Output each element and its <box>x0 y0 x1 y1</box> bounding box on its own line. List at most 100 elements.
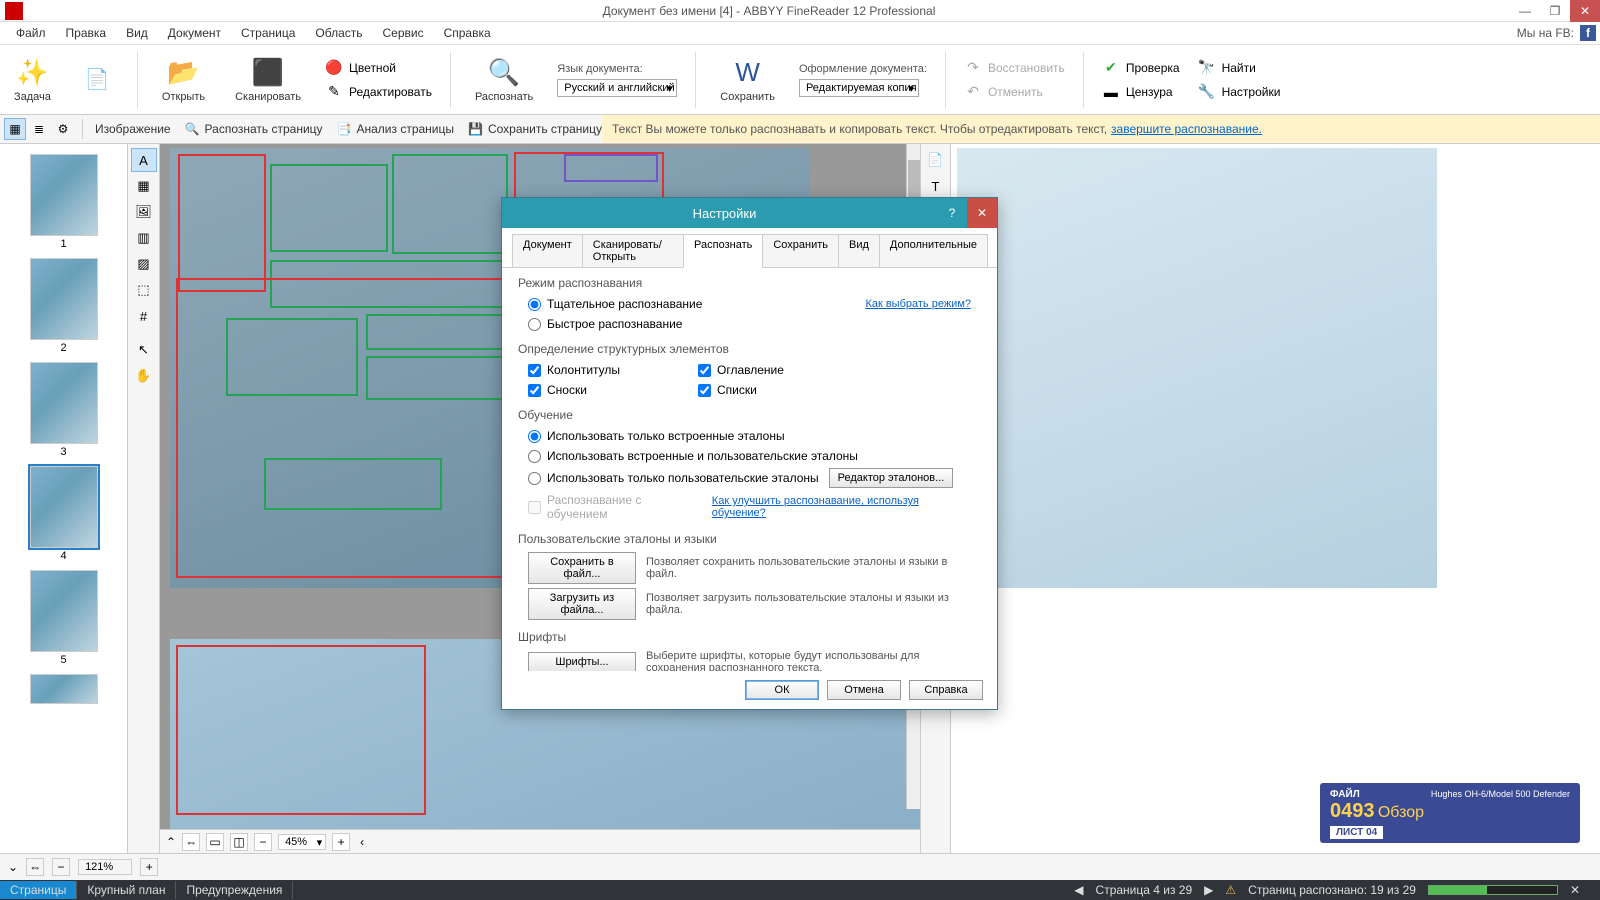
ribbon-scan[interactable]: ⬛Сканировать <box>229 55 307 105</box>
btn-recognize-page[interactable]: 🔍Распознать страницу <box>185 122 323 136</box>
maximize-button[interactable]: ❐ <box>1540 0 1570 22</box>
status-warnings[interactable]: Предупреждения <box>176 881 293 899</box>
thumb-4[interactable] <box>30 466 98 548</box>
nav-next-icon[interactable]: ▶ <box>1204 883 1213 897</box>
view-settings-button[interactable]: ⚙ <box>52 118 74 140</box>
tab-document[interactable]: Документ <box>512 234 583 267</box>
load-from-file-button[interactable]: Загрузить из файла... <box>528 588 636 620</box>
cancel-button[interactable]: Отмена <box>827 680 901 700</box>
thumb-6[interactable] <box>30 674 98 704</box>
btn-save-page[interactable]: 💾Сохранить страницу <box>468 122 602 136</box>
tool-eraser[interactable]: ⬚ <box>131 278 157 302</box>
dialog-close-button[interactable]: ✕ <box>967 198 997 228</box>
radio-fast[interactable]: Быстрое распознавание <box>528 316 682 332</box>
tab-additional[interactable]: Дополнительные <box>879 234 988 267</box>
status-closeup[interactable]: Крупный план <box>77 881 176 899</box>
text-tool-1[interactable]: 📄 <box>923 148 949 172</box>
format-select[interactable]: Редактируемая копия <box>799 79 919 97</box>
actual-size-button[interactable]: ◫ <box>230 833 248 851</box>
chk-toc[interactable]: Оглавление <box>698 362 784 378</box>
tool-table[interactable]: ▦ <box>131 174 157 198</box>
tool-hand[interactable]: ✋ <box>131 364 157 388</box>
menu-view[interactable]: Вид <box>116 23 158 43</box>
ribbon-recognize[interactable]: 🔍Распознать <box>469 55 539 105</box>
link-choose-mode[interactable]: Как выбрать режим? <box>865 298 971 310</box>
thumbnail-panel: 1 2 3 4 5 <box>0 144 128 853</box>
menu-service[interactable]: Сервис <box>373 23 434 43</box>
tab-save[interactable]: Сохранить <box>762 234 839 267</box>
tool-background[interactable]: ▨ <box>131 252 157 276</box>
cancel-progress-icon[interactable]: ✕ <box>1570 883 1580 897</box>
help-button[interactable]: Справка <box>909 680 983 700</box>
menu-file[interactable]: Файл <box>6 23 56 43</box>
view-thumbs-button[interactable]: ▦ <box>4 118 26 140</box>
fit-width-button[interactable]: ⇔ <box>182 833 200 851</box>
tool-text-area[interactable]: A <box>131 148 157 172</box>
menu-edit[interactable]: Правка <box>56 23 117 43</box>
dialog-titlebar[interactable]: Настройки ? ✕ <box>502 198 997 228</box>
ok-button[interactable]: ОК <box>745 680 819 700</box>
ribbon-open[interactable]: 📂Открыть <box>156 55 211 105</box>
ribbon-check[interactable]: ✔Проверка <box>1102 57 1180 79</box>
tool-picture[interactable]: 🖼 <box>131 200 157 224</box>
menu-page[interactable]: Страница <box>231 23 305 43</box>
dialog-help-button[interactable]: ? <box>937 198 967 228</box>
collapse-up-icon[interactable]: ⌃ <box>166 835 176 849</box>
facebook-icon[interactable]: f <box>1580 25 1596 41</box>
scroll-left-icon[interactable]: ‹ <box>360 835 364 849</box>
chk-footnotes[interactable]: Сноски <box>528 382 668 398</box>
menu-area[interactable]: Область <box>305 23 372 43</box>
ribbon-edit[interactable]: ✎Редактировать <box>325 81 432 103</box>
page-counter: Страница 4 из 29 <box>1096 883 1193 897</box>
pattern-editor-button[interactable]: Редактор эталонов... <box>829 468 954 488</box>
close-button[interactable]: ✕ <box>1570 0 1600 22</box>
text-canvas[interactable]: ФАЙЛ 0493 Обзор Hughes OH-6/Model 500 De… <box>951 144 1600 853</box>
zoom-out-closeup[interactable]: − <box>52 858 70 876</box>
fit-page-button[interactable]: ▭ <box>206 833 224 851</box>
ribbon-color[interactable]: 🔴Цветной <box>325 57 432 79</box>
ribbon-settings[interactable]: 🔧Настройки <box>1198 81 1281 103</box>
menu-document[interactable]: Документ <box>158 23 231 43</box>
closeup-zoom[interactable]: 121% <box>78 859 132 875</box>
save-to-file-button[interactable]: Сохранить в файл... <box>528 552 636 584</box>
thumb-3[interactable] <box>30 362 98 444</box>
ribbon-task[interactable]: ✨Задача <box>8 55 57 105</box>
chk-headers[interactable]: Колонтитулы <box>528 362 668 378</box>
zoom-in-closeup[interactable]: + <box>140 858 158 876</box>
radio-user[interactable]: Использовать только пользовательские эта… <box>528 470 819 486</box>
tab-recognize[interactable]: Распознать <box>683 234 763 268</box>
tab-scan-open[interactable]: Сканировать/Открыть <box>582 234 684 267</box>
zoom-out-button[interactable]: − <box>254 833 272 851</box>
status-pages[interactable]: Страницы <box>0 881 77 899</box>
fit-button[interactable]: ⇔ <box>26 858 44 876</box>
zoom-value[interactable]: 45% <box>278 834 326 850</box>
ribbon-save[interactable]: WСохранить <box>714 55 781 105</box>
zoom-in-button[interactable]: + <box>332 833 350 851</box>
tool-order[interactable]: # <box>131 304 157 328</box>
ribbon-new[interactable]: 📄 <box>75 62 119 98</box>
thumb-1[interactable] <box>30 154 98 236</box>
radio-builtin[interactable]: Использовать только встроенные эталоны <box>528 428 785 444</box>
lang-select[interactable]: Русский и английский <box>557 79 677 97</box>
link-improve[interactable]: Как улучшить распознавание, используя об… <box>712 495 971 519</box>
ribbon-find[interactable]: 🔭Найти <box>1198 57 1281 79</box>
tool-pointer[interactable]: ↖ <box>131 338 157 362</box>
collapse-icon[interactable]: ⌄ <box>8 860 18 874</box>
minimize-button[interactable]: — <box>1510 0 1540 22</box>
radio-both[interactable]: Использовать встроенные и пользовательск… <box>528 448 858 464</box>
menu-help[interactable]: Справка <box>434 23 501 43</box>
tab-image[interactable]: Изображение <box>95 122 171 136</box>
nav-prev-icon[interactable]: ◀ <box>1074 883 1083 897</box>
ribbon-censor[interactable]: ▬Цензура <box>1102 81 1180 103</box>
view-list-button[interactable]: ≣ <box>28 118 50 140</box>
btn-analyze-page[interactable]: 📑Анализ страницы <box>337 122 454 136</box>
banner-link[interactable]: завершите распознавание. <box>1111 122 1262 136</box>
fonts-button[interactable]: Шрифты... <box>528 652 636 671</box>
text-tool-2[interactable]: T <box>923 174 949 198</box>
thumb-5[interactable] <box>30 570 98 652</box>
radio-thorough[interactable]: Тщательное распознавание <box>528 296 702 312</box>
chk-lists[interactable]: Списки <box>698 382 784 398</box>
thumb-2[interactable] <box>30 258 98 340</box>
tool-barcode[interactable]: ▥ <box>131 226 157 250</box>
tab-view[interactable]: Вид <box>838 234 880 267</box>
